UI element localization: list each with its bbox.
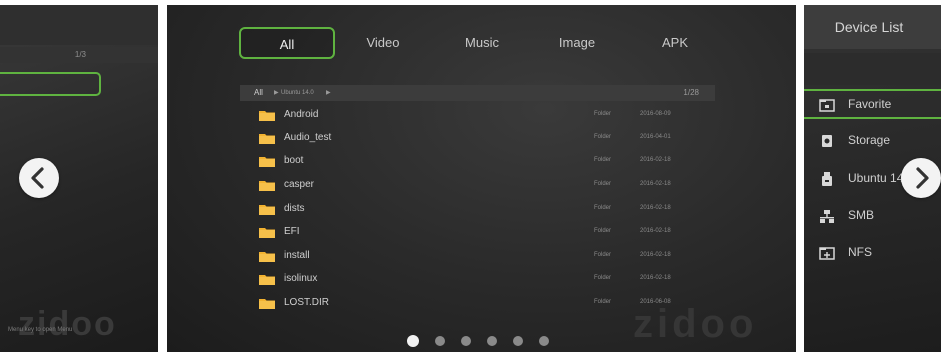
file-browser-panel: All Video Music Image APK All ▶ Ubuntu 1… [167, 5, 796, 352]
device-item-smb[interactable]: SMB [804, 202, 941, 232]
folder-icon [259, 157, 275, 167]
file-date: 2016-02-18 [640, 181, 671, 187]
folder-icon [259, 275, 275, 285]
file-name: install [284, 250, 310, 261]
next-arrow-button[interactable] [901, 158, 941, 198]
category-tabs: All Video Music Image APK [167, 5, 796, 85]
breadcrumb-arrow-icon: ▶ [274, 90, 279, 96]
folder-icon [259, 111, 275, 121]
previous-arrow-button[interactable] [19, 158, 59, 198]
chevron-left-icon [31, 167, 44, 189]
device-list-title: Device List [834, 19, 904, 35]
page-dot[interactable] [435, 336, 445, 346]
file-date: 2016-02-18 [640, 252, 671, 258]
folder-icon [259, 205, 275, 215]
file-type: Folder [594, 299, 612, 305]
usb-drive-icon [822, 172, 832, 186]
menu-hint-text: Menu key to open Menu [8, 327, 73, 333]
file-date: 2016-02-18 [640, 228, 671, 234]
file-type: Folder [594, 134, 612, 140]
previous-header-strip [0, 5, 158, 45]
device-item-label: SMB [848, 208, 875, 222]
device-item-label: NFS [848, 245, 872, 259]
page-dot[interactable] [539, 336, 549, 346]
tab-image[interactable]: Image [537, 27, 617, 59]
device-item-label: Storage [848, 133, 891, 147]
tab-all[interactable]: All [239, 27, 335, 59]
breadcrumb: All ▶ Ubuntu 14.0 ▶ 1/28 [240, 85, 715, 101]
breadcrumb-current[interactable]: Ubuntu 14.0 [281, 85, 314, 101]
device-list-strip [804, 53, 941, 85]
page-dot[interactable] [407, 335, 419, 347]
file-row[interactable]: dists Folder 2016-02-18 [167, 199, 796, 221]
favorite-folder-icon [819, 99, 835, 112]
network-icon [820, 210, 834, 223]
file-page-count: 1/28 [683, 88, 699, 97]
tab-apk[interactable]: APK [635, 27, 715, 59]
file-date: 2016-02-18 [640, 275, 671, 281]
file-name: EFI [284, 226, 300, 237]
file-type: Folder [594, 181, 612, 187]
file-type: Folder [594, 252, 612, 258]
folder-icon [259, 299, 275, 309]
previous-selected-row[interactable] [0, 72, 101, 96]
brand-watermark: zidoo [633, 302, 758, 346]
page-dot[interactable] [487, 336, 497, 346]
file-row[interactable]: install Folder 2016-02-18 [167, 246, 796, 268]
device-item-favorite[interactable]: Favorite [804, 89, 941, 119]
breadcrumb-root[interactable]: All [254, 85, 263, 101]
nfs-icon [819, 247, 835, 260]
file-type: Folder [594, 275, 612, 281]
file-row[interactable]: Audio_test Folder 2016-04-01 [167, 128, 796, 150]
file-date: 2016-04-01 [640, 134, 671, 140]
file-row[interactable]: boot Folder 2016-02-18 [167, 151, 796, 173]
file-type: Folder [594, 205, 612, 211]
file-name: casper [284, 179, 315, 190]
file-name: boot [284, 155, 304, 166]
file-name: LOST.DIR [284, 297, 330, 308]
file-name: Audio_test [284, 132, 332, 143]
tab-video[interactable]: Video [343, 27, 423, 59]
file-name: Android [284, 109, 319, 120]
file-row[interactable]: isolinux Folder 2016-02-18 [167, 269, 796, 291]
file-name: dists [284, 203, 305, 214]
file-row[interactable]: casper Folder 2016-02-18 [167, 175, 796, 197]
previous-page-count: 1/3 [74, 50, 86, 59]
folder-icon [259, 252, 275, 262]
storage-icon [822, 135, 832, 147]
device-item-nfs[interactable]: NFS [804, 239, 941, 269]
file-type: Folder [594, 157, 612, 163]
previous-watermark: zidoo [18, 305, 117, 343]
chevron-right-icon [916, 167, 929, 189]
file-row[interactable]: Android Folder 2016-08-09 [167, 105, 796, 127]
page-dot[interactable] [461, 336, 471, 346]
file-row[interactable]: EFI Folder 2016-02-18 [167, 222, 796, 244]
folder-icon [259, 228, 275, 238]
file-type: Folder [594, 228, 612, 234]
file-date: 2016-08-09 [640, 111, 671, 117]
device-item-storage[interactable]: Storage [804, 127, 941, 157]
file-name: isolinux [284, 273, 318, 284]
page-dot[interactable] [513, 336, 523, 346]
breadcrumb-arrow-icon: ▶ [326, 90, 331, 96]
folder-icon [259, 134, 275, 144]
file-date: 2016-02-18 [640, 157, 671, 163]
file-type: Folder [594, 111, 612, 117]
device-item-label: Favorite [848, 97, 892, 111]
file-date: 2016-02-18 [640, 205, 671, 211]
folder-icon [259, 181, 275, 191]
tab-music[interactable]: Music [442, 27, 522, 59]
